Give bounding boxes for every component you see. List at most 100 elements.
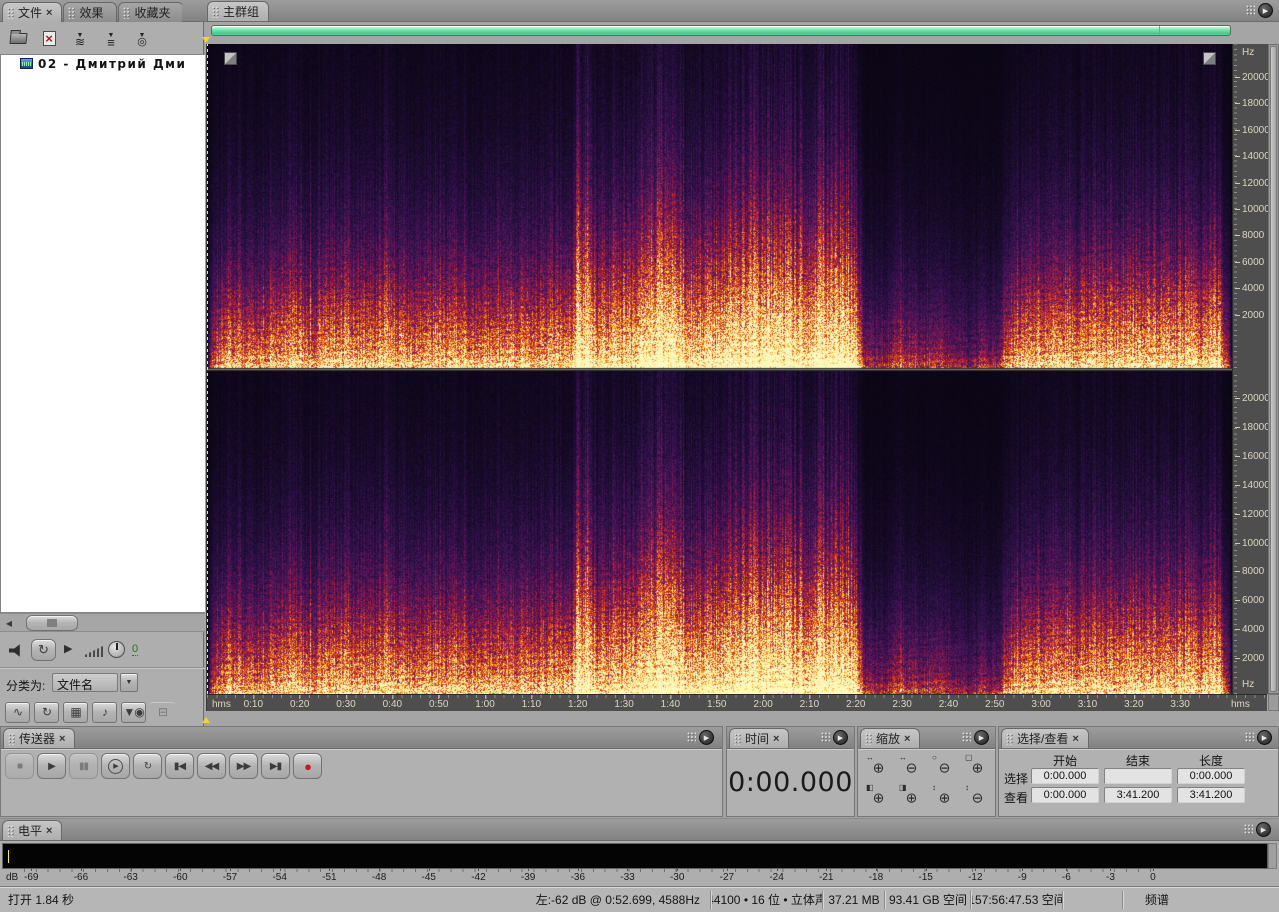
playhead-line[interactable]: [207, 44, 208, 694]
main-tab-label: 主群组: [223, 5, 260, 19]
filter-preview-toggle[interactable]: ▼◉: [121, 701, 146, 723]
left-scroll-handle-icon[interactable]: [224, 52, 237, 65]
show-midi-files-toggle[interactable]: ♪: [92, 701, 117, 723]
vertical-scrollbar[interactable]: [1268, 44, 1279, 694]
record-button[interactable]: ●: [293, 753, 322, 779]
zoom-in-right-edge-button[interactable]: ◨ ⊕: [896, 783, 927, 811]
pause-button[interactable]: ▮▮: [69, 753, 98, 779]
db-tick-label: -57: [222, 868, 238, 883]
zoom-in-left-edge-button[interactable]: ◧ ⊕: [863, 783, 894, 811]
freq-unit-label: Hz: [1242, 679, 1255, 690]
zoom-panel-menu[interactable]: [962, 730, 989, 745]
fast-forward-button[interactable]: ▶▶: [229, 753, 258, 779]
loop-play-button[interactable]: ↻: [133, 753, 162, 779]
tab-favorites[interactable]: 收藏夹: [118, 2, 182, 22]
filter-icon: ∿: [12, 705, 23, 719]
spectral-display[interactable]: [206, 44, 1233, 694]
selection-length-field[interactable]: 0:00.000: [1177, 768, 1245, 784]
view-end-field[interactable]: 3:41.200: [1104, 787, 1172, 803]
sort-dropdown-arrow[interactable]: [120, 673, 138, 692]
time-tick-label: 0:20: [289, 695, 310, 710]
main-group-panel: 主群组 Hz 20000 18000 16000 14000 12000 10000 800…: [202, 0, 1279, 726]
go-to-start-button[interactable]: ▮◀: [165, 753, 194, 779]
volume-bars-icon[interactable]: [85, 645, 105, 657]
stop-button[interactable]: ■: [5, 753, 34, 779]
tab-time[interactable]: 时间 ×: [729, 728, 790, 748]
right-scroll-handle-icon[interactable]: [1203, 52, 1216, 65]
filter-icon: ▦: [70, 705, 81, 719]
time-tick-label: 0:10: [243, 695, 264, 710]
panel-menu-grip: [1245, 732, 1254, 743]
vscroll-thumb[interactable]: [1270, 46, 1277, 692]
levels-panel-menu[interactable]: [1244, 822, 1271, 837]
time-panel-menu[interactable]: [821, 730, 848, 745]
selection-panel-menu[interactable]: [1245, 730, 1272, 745]
zoom-in-horizontal-button[interactable]: ↔ ⊕: [863, 753, 894, 781]
open-file-button[interactable]: [6, 28, 30, 50]
time-unit-label: hms: [212, 699, 231, 710]
tab-close-button[interactable]: ×: [904, 733, 910, 744]
preview-play-button[interactable]: ▶: [64, 642, 72, 655]
play-button[interactable]: ▶: [37, 753, 66, 779]
zoom-modifier-icon: ○: [932, 753, 937, 762]
tab-close-button[interactable]: ×: [46, 825, 52, 836]
auto-play-speaker-icon[interactable]: [9, 644, 20, 657]
time-ruler[interactable]: hms 0:10 0:20 0:30 0:40 0:50 1:00 1:10 1:20 1:30…: [206, 694, 1267, 711]
cd-extract-icon[interactable]: ⊟: [150, 702, 175, 723]
main-panel-menu[interactable]: [1246, 3, 1273, 18]
view-length-field[interactable]: 3:41.200: [1177, 787, 1245, 803]
play-from-cursor-button[interactable]: ▶: [101, 753, 130, 779]
preview-volume-value[interactable]: 0: [132, 643, 139, 656]
tab-selection-view[interactable]: 选择/查看 ×: [1001, 728, 1089, 748]
show-loop-files-toggle[interactable]: ↻: [34, 701, 59, 723]
selection-content: 开始 结束 长度 选择 0:00.000 0:00.000 查看 0:00.00…: [999, 749, 1278, 816]
panel-menu-grip: [962, 732, 971, 743]
insert-into-cd-button[interactable]: [130, 28, 154, 50]
view-start-field[interactable]: 0:00.000: [1031, 787, 1099, 803]
tab-grip-icon: [1006, 732, 1013, 745]
tab-effects[interactable]: 效果: [63, 2, 118, 22]
transport-button-icon: ●: [304, 758, 312, 774]
zoom-in-vertical-button[interactable]: ↕ ⊕: [929, 783, 960, 811]
tab-levels[interactable]: 电平 ×: [2, 820, 63, 840]
tab-main-group[interactable]: 主群组: [207, 1, 270, 21]
zoom-out-full-button[interactable]: ○ ⊖: [929, 753, 960, 781]
spectrogram-canvas[interactable]: [207, 44, 1233, 694]
scroll-left-arrow[interactable]: ◀: [2, 616, 16, 630]
frequency-ruler[interactable]: Hz 20000 18000 16000 14000 12000 10000 8000 600…: [1232, 44, 1270, 694]
time-tick-label: 2:40: [938, 695, 959, 710]
loop-preview-toggle[interactable]: ↻: [31, 639, 56, 661]
tab-close-button[interactable]: ×: [773, 733, 779, 744]
playhead-bottom-marker[interactable]: [202, 713, 210, 723]
preview-volume-knob[interactable]: [108, 641, 125, 658]
show-audio-files-toggle[interactable]: ∿: [5, 701, 30, 723]
selection-start-field[interactable]: 0:00.000: [1031, 768, 1099, 784]
zoom-out-vertical-button[interactable]: ↕ ⊖: [962, 783, 993, 811]
rewind-button[interactable]: ◀◀: [197, 753, 226, 779]
panel-menu-arrow-icon: [1256, 822, 1271, 837]
tab-close-button[interactable]: ×: [1072, 733, 1078, 744]
insert-into-session-button[interactable]: [99, 28, 123, 50]
tab-files[interactable]: 文件 ×: [2, 2, 63, 22]
transport-panel-menu[interactable]: [687, 730, 714, 745]
tab-grip-icon: [8, 732, 15, 745]
close-file-button[interactable]: [37, 28, 61, 50]
zoom-to-selection-button[interactable]: ▢ ⊕: [962, 753, 993, 781]
timeline-hscrollbar[interactable]: [211, 25, 1231, 36]
transport-tabbar: 传送器 ×: [1, 727, 722, 749]
selection-title: 选择/查看: [1017, 732, 1069, 746]
scroll-thumb[interactable]: [26, 615, 78, 631]
current-time-display: 0:00.000: [728, 767, 853, 798]
tab-close-button[interactable]: ×: [46, 7, 52, 18]
show-video-files-toggle[interactable]: ▦: [63, 701, 88, 723]
insert-into-multitrack-button[interactable]: [68, 28, 92, 50]
tab-zoom[interactable]: 缩放 ×: [860, 728, 921, 748]
level-meter[interactable]: [2, 843, 1268, 869]
selection-end-field[interactable]: [1104, 768, 1172, 784]
db-tick-label: -15: [918, 868, 933, 883]
tab-transport[interactable]: 传送器 ×: [3, 728, 76, 748]
tab-close-button[interactable]: ×: [59, 733, 65, 744]
go-to-end-button[interactable]: ▶▮: [261, 753, 290, 779]
sort-by-select[interactable]: 文件名: [52, 673, 118, 692]
zoom-out-horizontal-button[interactable]: ↔ ⊖: [896, 753, 927, 781]
